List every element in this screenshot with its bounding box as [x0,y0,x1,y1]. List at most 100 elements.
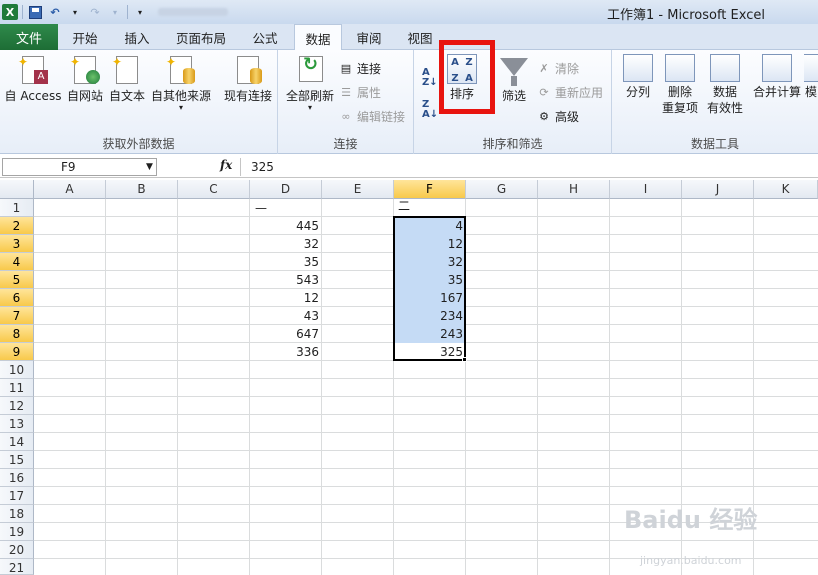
row-header[interactable]: 1 [0,199,34,217]
cell-f3[interactable]: 12 [394,235,466,253]
row-header[interactable]: 15 [0,451,34,469]
from-access-button[interactable]: ✦ A 自 Access [4,54,62,104]
existing-connections-button[interactable]: 现有连接 [220,54,276,104]
cell-d1[interactable]: — [255,202,267,214]
cell-d6[interactable]: 12 [250,289,322,307]
row-header[interactable]: 13 [0,415,34,433]
qat-separator [22,5,23,19]
row-header[interactable]: 21 [0,559,34,575]
group-data-tools: 分列 删除 重复项 数据 有效性 合并计算 模 数据工具 [612,50,818,154]
column-header-g[interactable]: G [466,180,538,199]
column-header-d[interactable]: D [250,180,322,199]
row-header[interactable]: 5 [0,271,34,289]
row-header[interactable]: 8 [0,325,34,343]
properties-button[interactable]: ☰ 属性 [338,82,381,102]
cell-d5[interactable]: 543 [250,271,322,289]
cell-d2[interactable]: 445 [250,217,322,235]
blurred-area [158,8,228,16]
cell-f7[interactable]: 234 [394,307,466,325]
qat-separator [127,5,128,19]
edit-links-button[interactable]: ∞ 编辑链接 [338,106,405,126]
database-icon: ✦ [166,54,196,86]
save-icon[interactable] [27,4,43,20]
tab-formulas[interactable]: 公式 [240,24,290,50]
ribbon-tabs: 文件 开始 插入 页面布局 公式 数据 审阅 视图 [0,24,818,51]
text-file-icon: ✦ [112,54,142,86]
row-header[interactable]: 20 [0,541,34,559]
tab-page-layout[interactable]: 页面布局 [166,24,236,50]
formula-input[interactable]: 325 [240,158,818,176]
filter-button[interactable]: 筛选 [496,54,532,104]
undo-icon[interactable]: ↶ [47,4,63,20]
row-header[interactable]: 16 [0,469,34,487]
cell-d7[interactable]: 43 [250,307,322,325]
cell-d9[interactable]: 336 [250,343,322,361]
cell-f5[interactable]: 35 [394,271,466,289]
column-header-f[interactable]: F [394,180,466,199]
refresh-all-button[interactable]: 全部刷新 ▾ [282,54,338,112]
tab-view[interactable]: 视图 [396,24,444,50]
from-web-button[interactable]: ✦ 自网站 [64,54,106,104]
tab-data[interactable]: 数据 [294,24,342,51]
row-header[interactable]: 9 [0,343,34,361]
row-header[interactable]: 6 [0,289,34,307]
data-validation-button[interactable]: 数据 有效性 [702,54,748,116]
name-box-dropdown-icon[interactable]: ▼ [146,162,153,172]
column-header-e[interactable]: E [322,180,394,199]
cell-f1[interactable]: 二 [398,200,410,212]
what-if-button[interactable]: 模 [804,54,818,100]
from-text-button[interactable]: ✦ 自文本 [106,54,148,104]
column-header-j[interactable]: J [682,180,754,199]
cell-d3[interactable]: 32 [250,235,322,253]
from-other-sources-button[interactable]: ✦ 自其他来源 ▾ [148,54,214,112]
sort-descending-icon[interactable]: Z A↓ [422,100,438,120]
column-header-c[interactable]: C [178,180,250,199]
name-box[interactable]: F9 [2,158,157,176]
column-header-a[interactable]: A [34,180,106,199]
row-header[interactable]: 19 [0,523,34,541]
redo-icon[interactable]: ↷ [87,4,103,20]
connections-button[interactable]: ▤ 连接 [338,58,381,78]
select-all-corner[interactable] [0,180,34,199]
remove-duplicates-button[interactable]: 删除 重复项 [660,54,700,116]
group-label-get-external: 获取外部数据 [102,137,175,151]
row-header[interactable]: 3 [0,235,34,253]
cell-d8[interactable]: 647 [250,325,322,343]
row-header[interactable]: 10 [0,361,34,379]
insert-function-icon[interactable]: fx [220,158,232,172]
row-header[interactable]: 11 [0,379,34,397]
advanced-button[interactable]: ⚙ 高级 [536,106,579,126]
column-header-i[interactable]: I [610,180,682,199]
redo-dropdown-icon[interactable]: ▾ [107,4,123,20]
cell-d4[interactable]: 35 [250,253,322,271]
cell-f9[interactable]: 325 [394,343,466,361]
undo-dropdown-icon[interactable]: ▾ [67,4,83,20]
cell-f6[interactable]: 167 [394,289,466,307]
cell-f4[interactable]: 32 [394,253,466,271]
tab-review[interactable]: 审阅 [346,24,392,50]
tab-insert[interactable]: 插入 [112,24,162,50]
consolidate-button[interactable]: 合并计算 [752,54,802,100]
sort-ascending-icon[interactable]: A Z↓ [422,68,438,88]
text-to-columns-button[interactable]: 分列 [618,54,658,100]
link-icon: ∞ [341,109,351,123]
row-header[interactable]: 7 [0,307,34,325]
cell-f2[interactable]: 4 [394,217,466,235]
cell-f8[interactable]: 243 [394,325,466,343]
excel-app-icon[interactable]: X [2,4,18,20]
row-header[interactable]: 4 [0,253,34,271]
row-header[interactable]: 14 [0,433,34,451]
row-header[interactable]: 18 [0,505,34,523]
tab-file[interactable]: 文件 [0,24,58,50]
row-header[interactable]: 12 [0,397,34,415]
tab-home[interactable]: 开始 [62,24,108,50]
customize-qat-icon[interactable]: ▾ [132,4,148,20]
clear-button[interactable]: ✗ 清除 [536,58,579,78]
column-header-b[interactable]: B [106,180,178,199]
column-header-h[interactable]: H [538,180,610,199]
row-header[interactable]: 17 [0,487,34,505]
column-header-k[interactable]: K [754,180,818,199]
reapply-button[interactable]: ⟳ 重新应用 [536,82,603,102]
consolidate-label: 合并计算 [752,85,801,99]
row-header[interactable]: 2 [0,217,34,235]
